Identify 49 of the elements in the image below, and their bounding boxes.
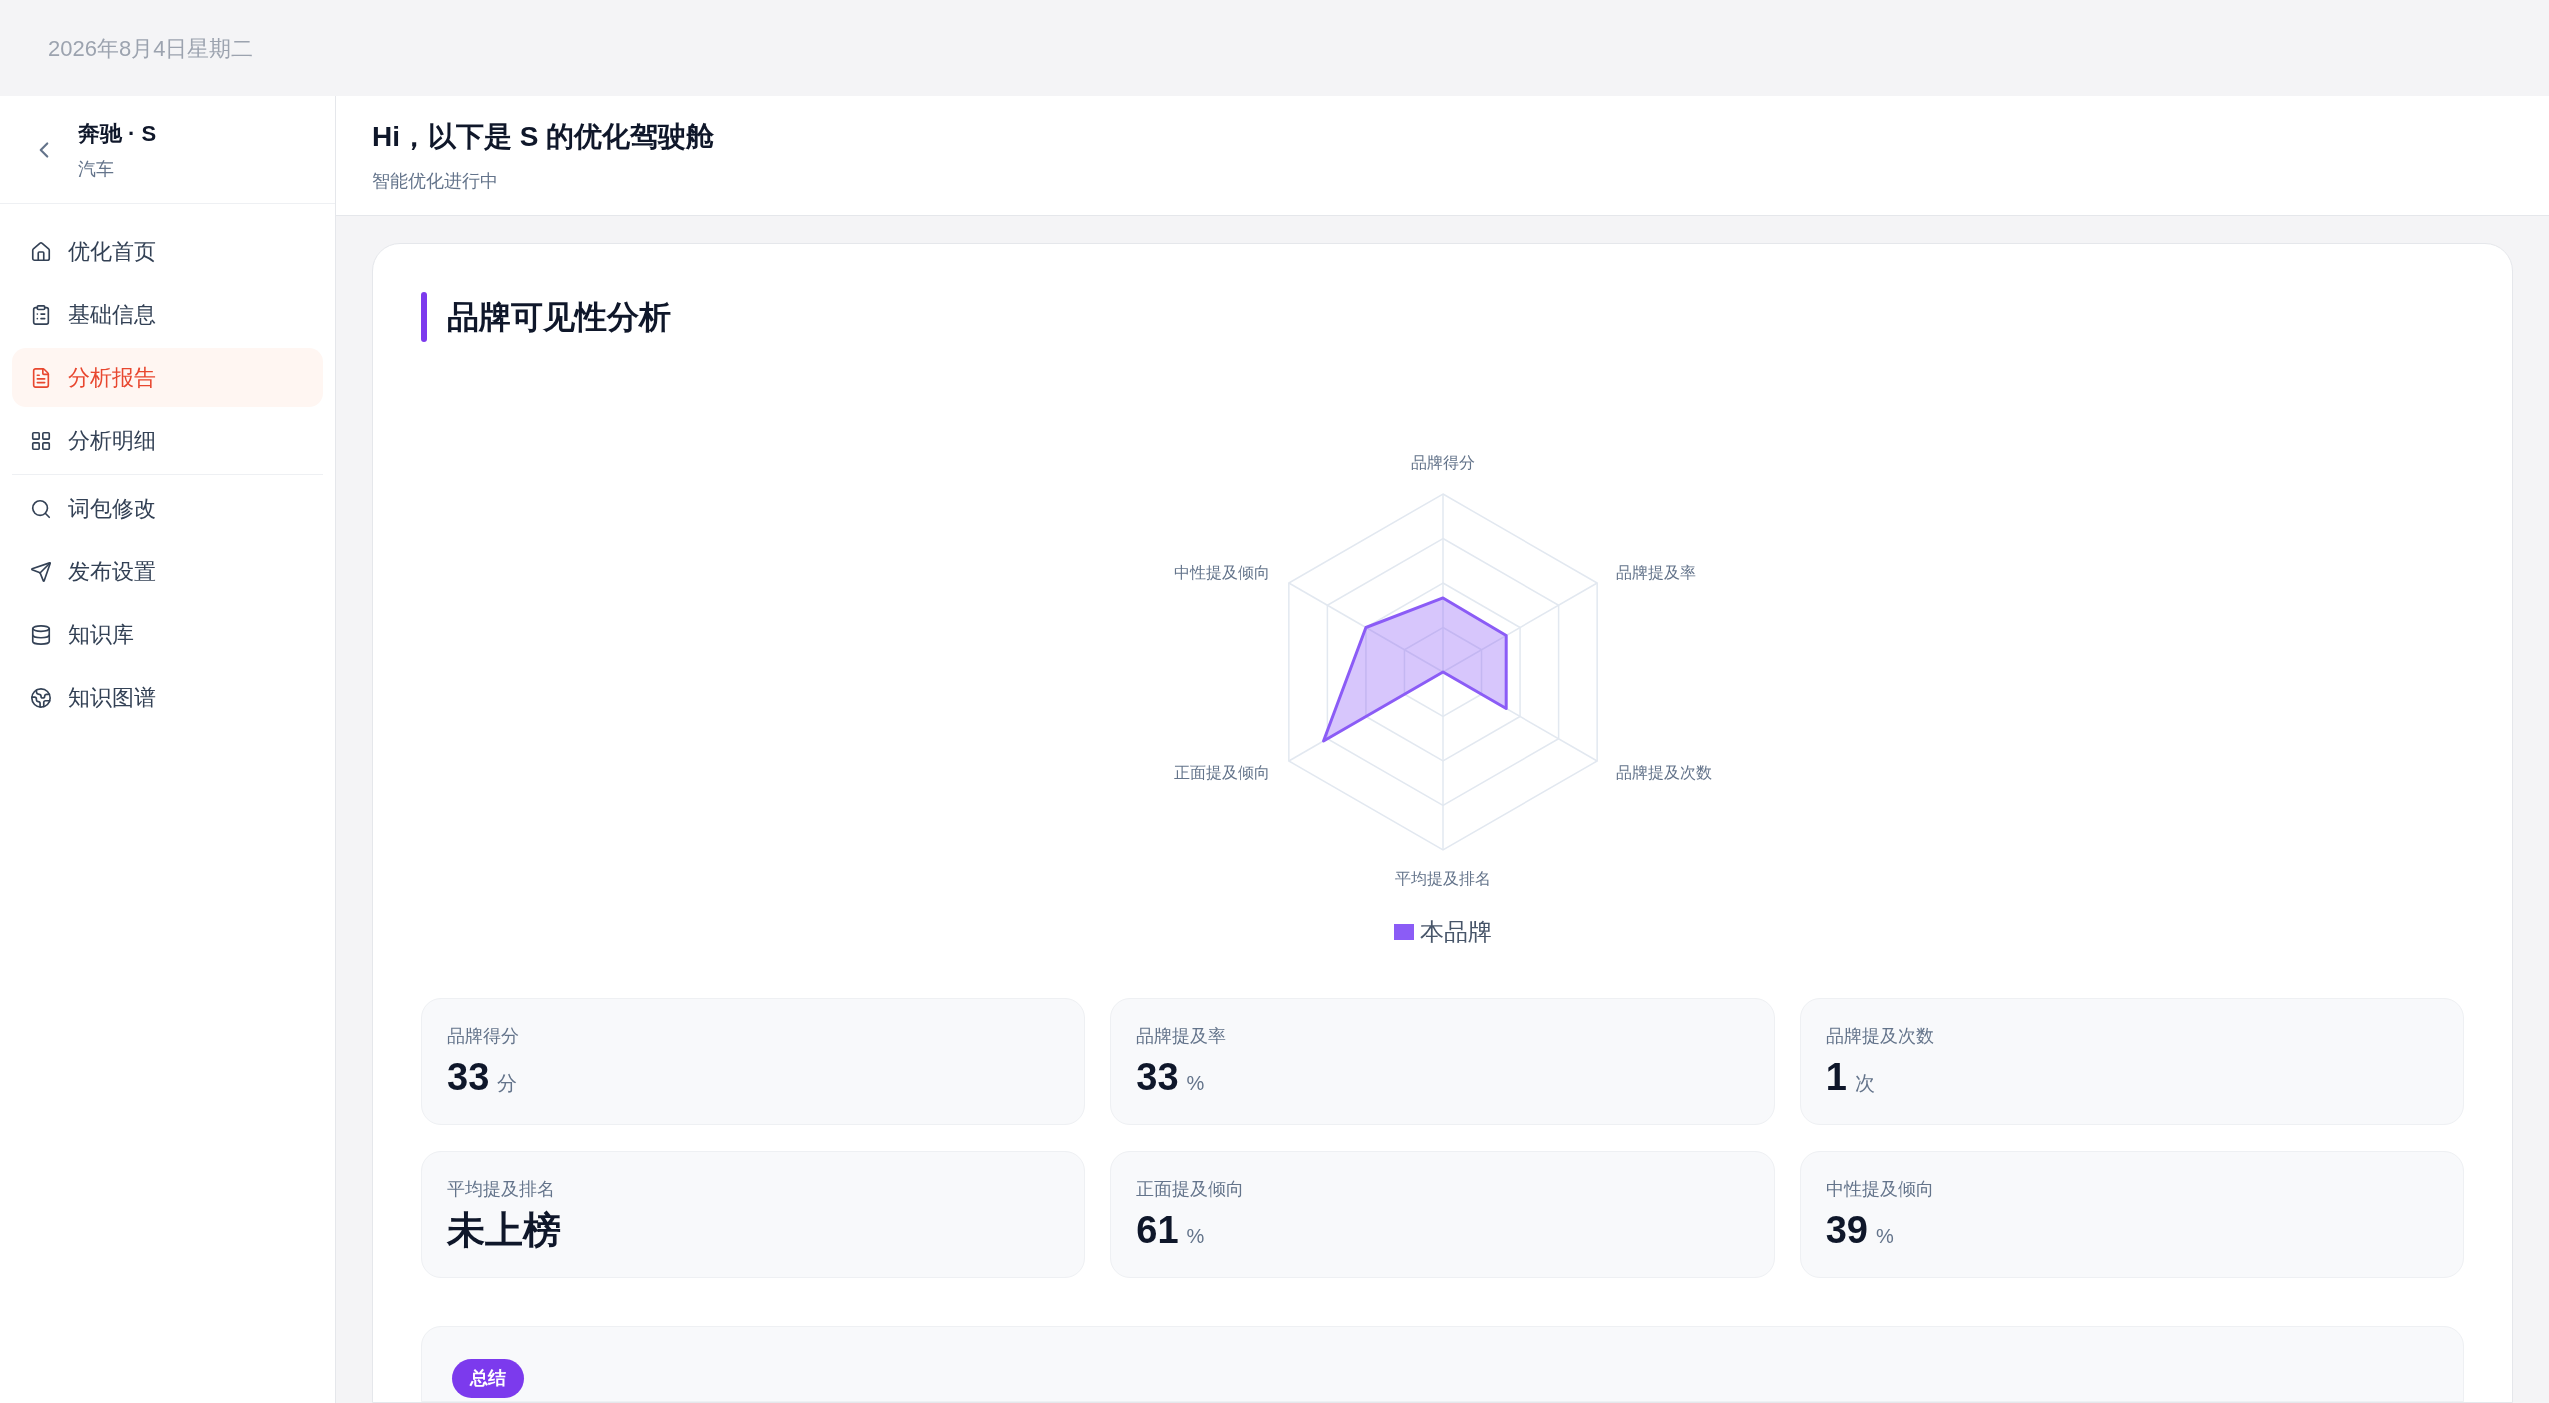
- nav-item[interactable]: 知识图谱: [12, 668, 323, 727]
- stat-label: 正面提及倾向: [1136, 1178, 1246, 1201]
- summary-badge: 总结: [452, 1359, 524, 1398]
- date-text: 2026年8月4日星期二: [48, 34, 254, 63]
- database-icon: [30, 623, 52, 646]
- brand-name: 奔驰 · S: [78, 119, 157, 148]
- stat-unit: 次: [1854, 1071, 1875, 1096]
- axis-label: 品牌提及率: [1615, 564, 1696, 581]
- stat-unit: 分: [497, 1071, 518, 1096]
- stat-value: 1: [1825, 1058, 1847, 1096]
- stat-value: 61: [1136, 1211, 1179, 1249]
- page-title: Hi，以下是 S 的优化驾驶舱: [372, 120, 716, 154]
- clipboard-icon: [30, 303, 52, 326]
- stat-unit: %: [1875, 1224, 1894, 1249]
- stat-value: 33: [447, 1058, 490, 1096]
- nav-item[interactable]: 分析明细: [12, 411, 323, 470]
- axis-label: 中性提及倾向: [1173, 564, 1270, 581]
- stat-unit: %: [1186, 1224, 1205, 1249]
- house-icon: [30, 240, 52, 263]
- stat-label: 中性提及倾向: [1825, 1178, 1935, 1201]
- brand-category: 汽车: [78, 157, 115, 181]
- globe-icon: [30, 686, 52, 709]
- stat-label: 平均提及排名: [447, 1178, 556, 1201]
- axis-label: 平均提及排名: [1394, 870, 1491, 887]
- nav-item[interactable]: 知识库: [12, 605, 323, 664]
- page-subtitle: 智能优化进行中: [372, 170, 499, 193]
- axis-label: 品牌得分: [1410, 454, 1475, 471]
- search-icon: [30, 497, 52, 520]
- legend-label: 本品牌: [1419, 917, 1492, 947]
- stat-label: 品牌提及率: [1136, 1025, 1228, 1048]
- stat-unit: %: [1186, 1071, 1205, 1096]
- stat-label: 品牌得分: [447, 1025, 520, 1048]
- axis-label: 正面提及倾向: [1173, 764, 1270, 781]
- legend-swatch: [1393, 924, 1414, 940]
- grid-icon: [30, 429, 52, 452]
- paper-plane-icon: [30, 560, 52, 583]
- section-title: 品牌可见性分析: [447, 298, 671, 337]
- stat-value: 未上榜: [447, 1211, 561, 1249]
- stat-value: 33: [1136, 1058, 1179, 1096]
- axis-label: 品牌提及次数: [1615, 764, 1712, 781]
- accent-bar: [421, 292, 427, 342]
- document-icon: [30, 366, 52, 389]
- nav-item[interactable]: 词包修改: [12, 479, 323, 538]
- stat-value: 39: [1825, 1211, 1868, 1249]
- nav-item[interactable]: 发布设置: [12, 542, 323, 601]
- nav-item[interactable]: 基础信息: [12, 285, 323, 344]
- nav-item[interactable]: 分析报告: [12, 348, 323, 407]
- stat-label: 品牌提及次数: [1825, 1025, 1935, 1048]
- nav-item[interactable]: 优化首页: [12, 222, 323, 281]
